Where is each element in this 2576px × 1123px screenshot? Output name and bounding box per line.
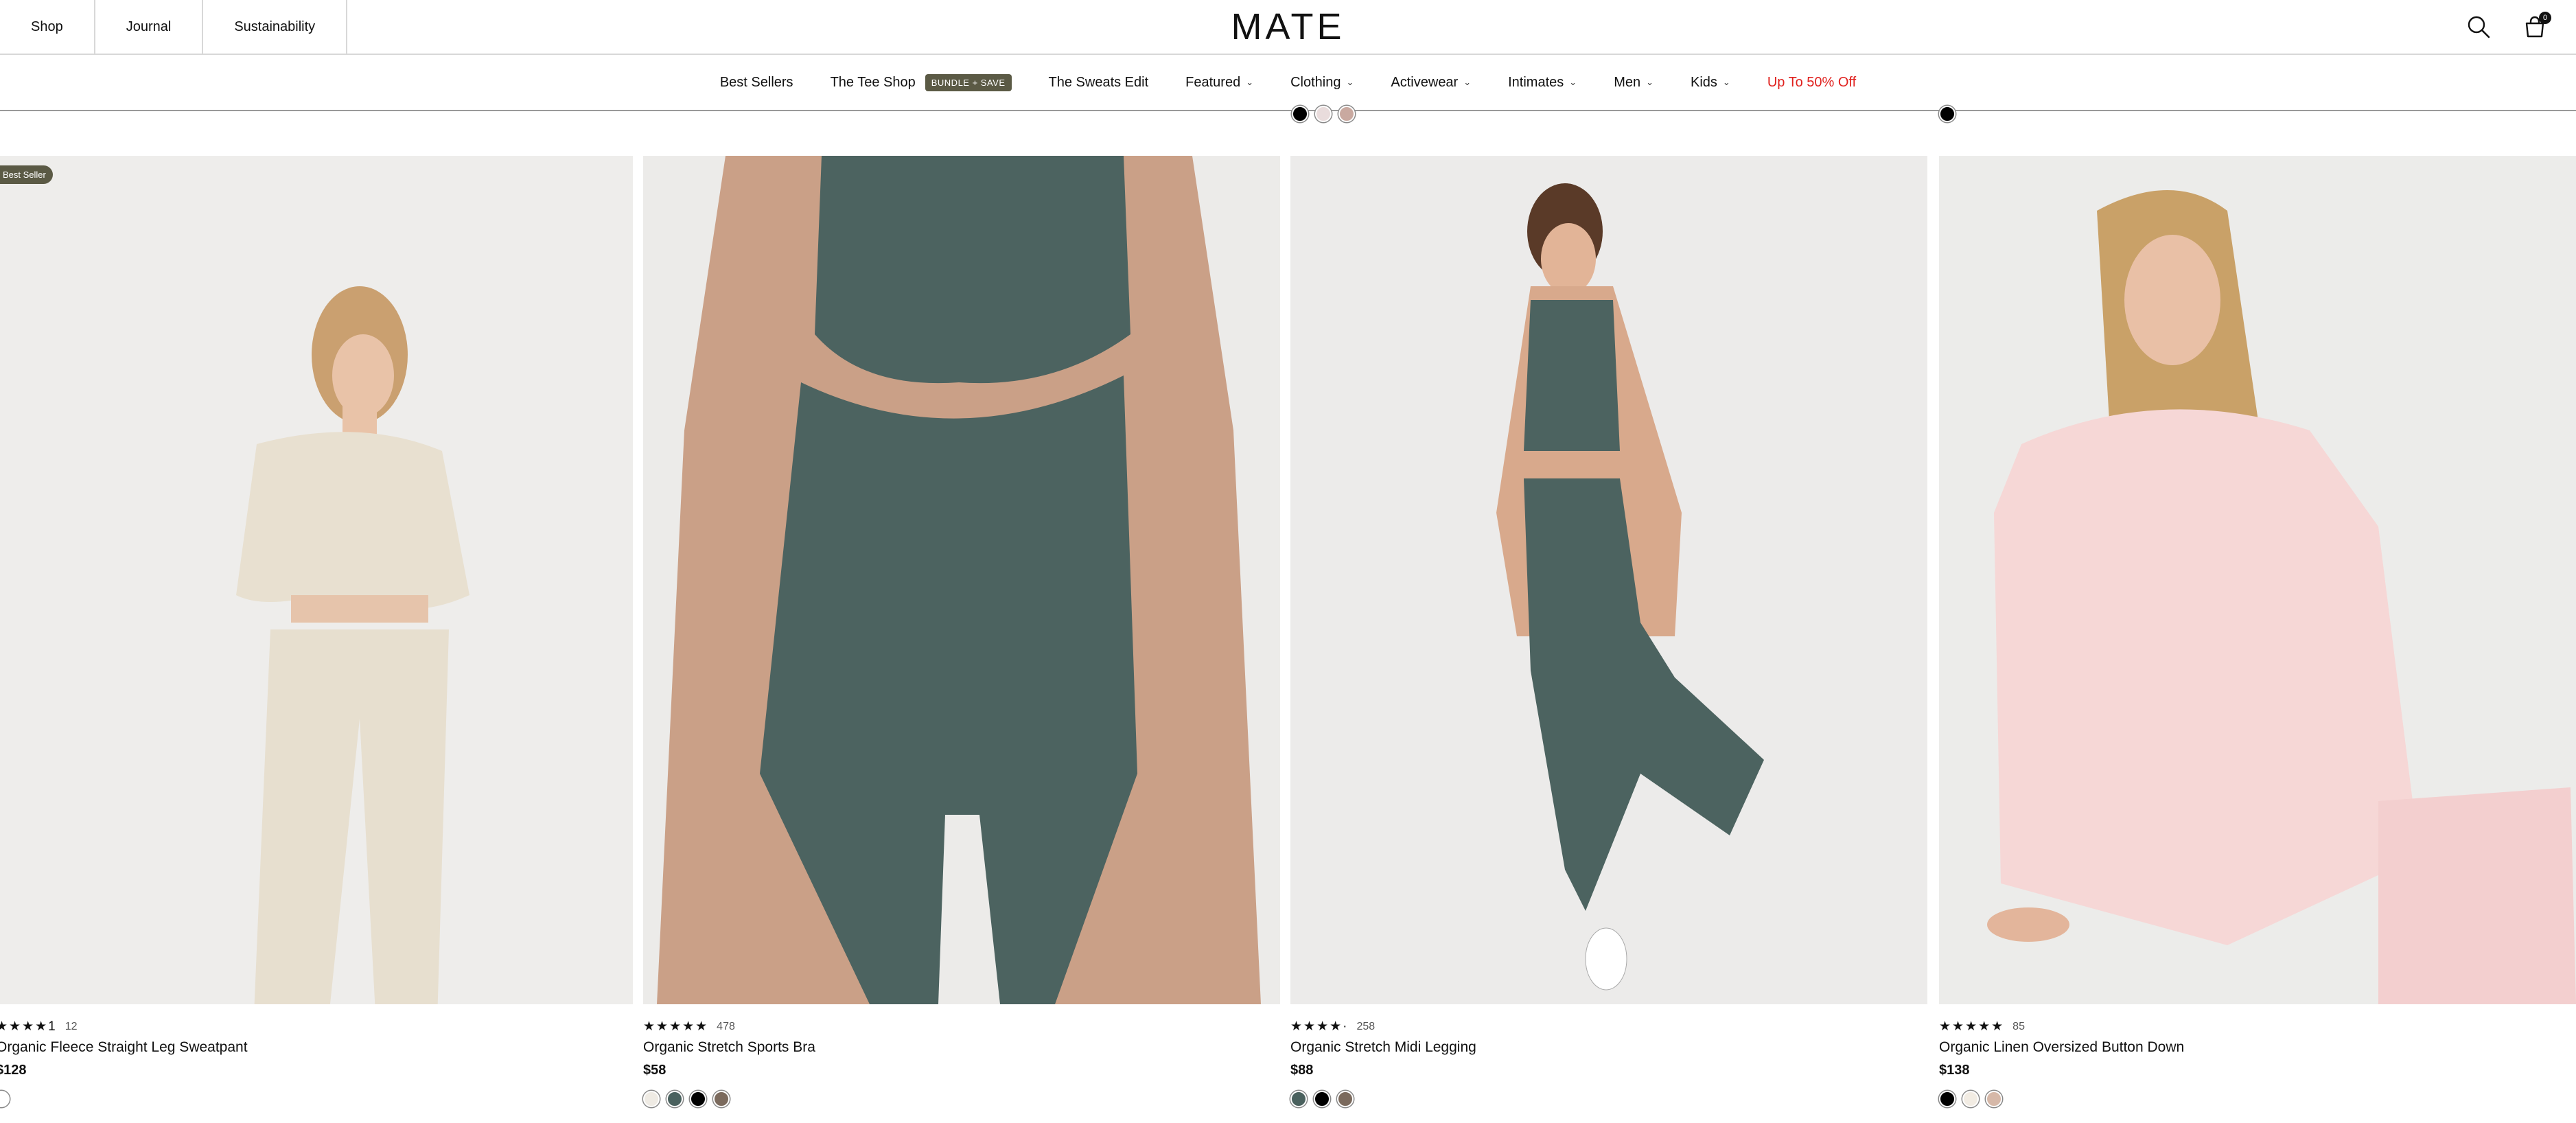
product-card[interactable]: [1290, 156, 1927, 1004]
nav-clothing[interactable]: Clothing ⌄: [1290, 75, 1354, 91]
nav-label: Up To 50% Off: [1767, 74, 1857, 90]
product-image[interactable]: [1290, 156, 1927, 1004]
previous-row-swatches: [1292, 106, 1355, 122]
product-photo-legging: [1290, 156, 1927, 1004]
color-swatch[interactable]: [1939, 106, 1956, 122]
product-card[interactable]: Best Seller: [0, 156, 633, 1004]
color-swatch[interactable]: [1290, 1091, 1307, 1107]
color-swatch[interactable]: [1338, 106, 1355, 122]
color-swatch[interactable]: [690, 1091, 706, 1107]
color-swatch[interactable]: [1962, 1091, 1979, 1107]
product-rating[interactable]: ★★★★★ 478: [643, 1019, 735, 1034]
review-count: 12: [65, 1020, 78, 1032]
color-swatch[interactable]: [1292, 106, 1308, 122]
review-count: 85: [2012, 1020, 2025, 1032]
product-image[interactable]: [643, 156, 1280, 1004]
product-price: $88: [1290, 1063, 1314, 1078]
product-image[interactable]: [1939, 156, 2576, 1004]
nav-featured[interactable]: Featured ⌄: [1185, 75, 1253, 91]
product-rating[interactable]: ★★★★★ 85: [1939, 1019, 2025, 1034]
cart-count-badge: 0: [2539, 12, 2551, 24]
chevron-down-icon: ⌄: [1569, 77, 1577, 87]
nav-label: Featured: [1185, 74, 1241, 90]
product-rating[interactable]: ★★★★1 12: [0, 1019, 78, 1034]
nav-sale[interactable]: Up To 50% Off: [1767, 75, 1856, 91]
color-swatch[interactable]: [643, 1091, 660, 1107]
nav-men[interactable]: Men ⌄: [1614, 75, 1653, 91]
color-swatch[interactable]: [1315, 106, 1332, 122]
nav-tee-shop[interactable]: The Tee Shop BUNDLE + SAVE: [830, 73, 1012, 91]
color-swatch[interactable]: [1337, 1091, 1354, 1107]
product-photo-sweatpant: [0, 156, 633, 1004]
product-image[interactable]: Best Seller: [0, 156, 633, 1004]
review-count: 258: [1356, 1020, 1376, 1032]
header-icons: 0: [2463, 0, 2576, 54]
review-count: 478: [717, 1020, 735, 1032]
nav-intimates[interactable]: Intimates ⌄: [1508, 75, 1577, 91]
nav-label: The Sweats Edit: [1048, 74, 1149, 90]
color-swatch[interactable]: [1314, 1091, 1330, 1107]
color-swatches: [1939, 1091, 2002, 1107]
previous-row-swatches: [1939, 106, 1956, 122]
product-name[interactable]: Organic Linen Oversized Button Down: [1939, 1039, 2184, 1056]
nav-label: Best Sellers: [719, 74, 793, 90]
star-rating: ★★★★·: [1290, 1019, 1349, 1034]
nav-activewear[interactable]: Activewear ⌄: [1391, 75, 1471, 91]
bundle-save-badge: BUNDLE + SAVE: [925, 73, 1012, 91]
brand-logo[interactable]: MATE: [1231, 5, 1345, 48]
best-seller-badge: Best Seller: [0, 165, 53, 184]
product-photo-sports-bra: [643, 156, 1280, 1004]
chevron-down-icon: ⌄: [1246, 77, 1254, 87]
product-card[interactable]: [643, 156, 1280, 1004]
nav-label: Clothing: [1290, 74, 1341, 90]
product-name[interactable]: Organic Stretch Midi Legging: [1290, 1039, 1476, 1056]
top-link-journal[interactable]: Journal: [95, 0, 204, 54]
top-header: Shop Journal Sustainability MATE 0: [0, 0, 2576, 55]
top-link-shop[interactable]: Shop: [0, 0, 95, 54]
top-links: Shop Journal Sustainability: [0, 0, 348, 54]
product-price: $138: [1939, 1063, 1970, 1078]
chevron-down-icon: ⌄: [1722, 77, 1730, 87]
color-swatch[interactable]: [666, 1091, 683, 1107]
bag-icon[interactable]: 0: [2520, 12, 2551, 42]
product-price: $128: [0, 1063, 27, 1078]
star-rating: ★★★★1: [0, 1019, 57, 1034]
nav-sweats-edit[interactable]: The Sweats Edit: [1049, 75, 1149, 91]
nav-best-sellers[interactable]: Best Sellers: [720, 75, 793, 91]
top-link-sustainability[interactable]: Sustainability: [203, 0, 348, 54]
color-swatches: [1290, 1091, 1354, 1107]
product-card[interactable]: [1939, 156, 2576, 1004]
color-swatch[interactable]: [0, 1091, 10, 1107]
chevron-down-icon: ⌄: [1646, 77, 1653, 87]
chevron-down-icon: ⌄: [1463, 77, 1472, 87]
product-photo-button-down: [1939, 156, 2576, 1004]
color-swatch[interactable]: [713, 1091, 730, 1107]
color-swatch[interactable]: [1939, 1091, 1956, 1107]
search-icon[interactable]: [2463, 12, 2494, 42]
nav-label: The Tee Shop: [830, 74, 916, 90]
color-swatches: [643, 1091, 730, 1107]
nav-label: Intimates: [1508, 74, 1564, 90]
color-swatches: [0, 1091, 10, 1107]
product-rating[interactable]: ★★★★· 258: [1290, 1019, 1375, 1034]
product-price: $58: [643, 1063, 666, 1078]
product-name[interactable]: Organic Fleece Straight Leg Sweatpant: [0, 1039, 248, 1056]
star-rating: ★★★★★: [643, 1019, 709, 1034]
nav-label: Men: [1614, 74, 1641, 90]
color-swatch[interactable]: [1986, 1091, 2002, 1107]
star-rating: ★★★★★: [1939, 1019, 2005, 1034]
nav-label: Activewear: [1391, 74, 1459, 90]
chevron-down-icon: ⌄: [1346, 77, 1354, 87]
main-nav: Best Sellers The Tee Shop BUNDLE + SAVE T…: [0, 55, 2576, 111]
product-name[interactable]: Organic Stretch Sports Bra: [643, 1039, 815, 1056]
nav-label: Kids: [1691, 74, 1717, 90]
nav-kids[interactable]: Kids ⌄: [1691, 75, 1730, 91]
